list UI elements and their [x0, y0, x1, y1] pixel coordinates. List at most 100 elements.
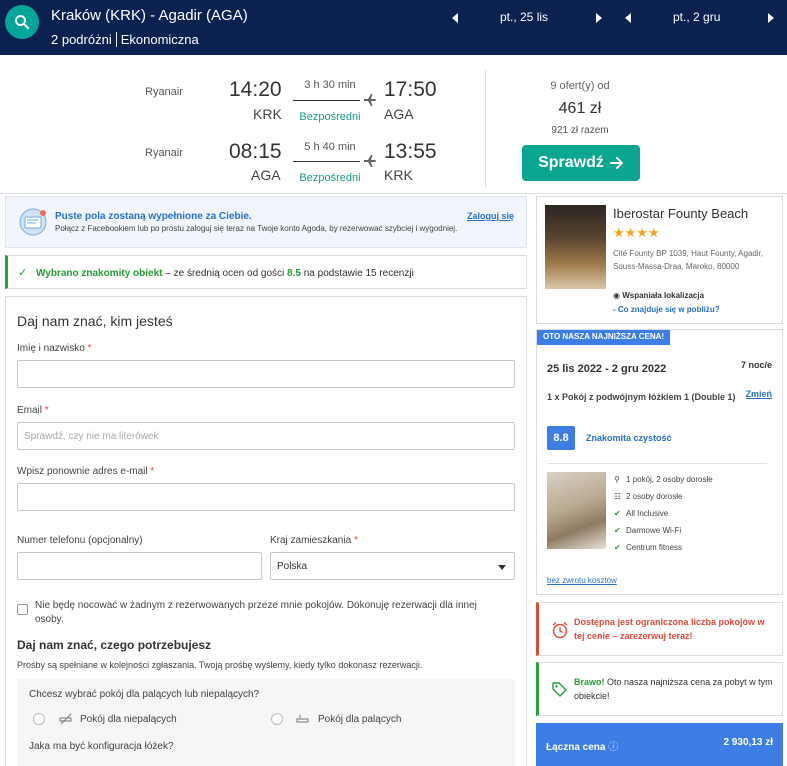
- check-icon: ✔: [614, 509, 621, 518]
- offer-total: 921 zł razem: [551, 125, 609, 136]
- divider: [115, 32, 117, 47]
- search-button[interactable]: [5, 5, 39, 39]
- stops-info: Bezpośredni: [299, 172, 361, 184]
- hotel-name: Iberostar Founty Beach: [613, 206, 749, 221]
- prefill-text: Połącz z Facebookiem lub po prostu zalog…: [55, 224, 458, 233]
- airline-name: Ryanair: [145, 86, 183, 98]
- change-room-link[interactable]: Zmień: [745, 389, 772, 399]
- no-refund-link[interactable]: bez zwrotu kosztów: [547, 576, 617, 585]
- rating-note: ✓ Wybrano znakomity obiekt – ze średnią …: [5, 255, 527, 289]
- smoking-label: Pokój dla palących: [318, 714, 402, 725]
- departure-time: 08:15: [229, 140, 282, 163]
- divider: [547, 463, 767, 464]
- total-price-value: 2 930,13 zł: [723, 737, 773, 748]
- not-staying-checkbox[interactable]: [17, 604, 28, 615]
- arrival-airport: KRK: [384, 167, 413, 183]
- return-next-day-icon[interactable]: [768, 13, 774, 23]
- duration-line: [293, 161, 360, 162]
- info-icon[interactable]: ⓘ: [608, 742, 618, 753]
- search-summary-bar: Kraków (KRK) - Agadir (AGA) 2 podróżni Ek…: [0, 0, 787, 55]
- rating-text-after: na podstawie 15 recenzji: [300, 268, 414, 279]
- stay-dates: 25 lis 2022 - 2 gru 2022: [547, 363, 667, 375]
- person-icon: ⚲: [614, 475, 620, 484]
- feature-item: ☷ 2 osoby dorosłe: [614, 492, 683, 501]
- limited-rooms-alert: Dostępna jest ograniczona liczba pokojów…: [536, 602, 783, 656]
- phone-input[interactable]: [17, 552, 262, 580]
- full-name-input[interactable]: [17, 360, 515, 388]
- depart-next-day-icon[interactable]: [596, 13, 602, 23]
- best-price-note: Brawo! Oto nasza najniższa cena za pobyt…: [536, 662, 783, 716]
- chevron-down-icon: [498, 565, 506, 570]
- flight-offer-panel: Ryanair 14:20 KRK 3 h 30 min Bezpośredni…: [0, 55, 787, 194]
- guest-score: 8.5: [287, 268, 301, 279]
- cleanliness-score: 8.8: [547, 426, 575, 450]
- location-pin-icon: ◉: [613, 291, 620, 300]
- login-link[interactable]: Zaloguj się: [467, 211, 514, 221]
- email-repeat-label: Wpisz ponownie adres e-mail *: [17, 466, 155, 477]
- traveller-cabin-summary[interactable]: 2 podróżni Ekonomiczna: [51, 32, 199, 47]
- check-offer-button[interactable]: Sprawdź: [522, 145, 640, 181]
- feature-item: ✔ Darmowe Wi-Fi: [614, 526, 682, 535]
- duration-line: [293, 100, 360, 101]
- special-requests-box: Chcesz wybrać pokój dla palących lub nie…: [17, 679, 515, 766]
- needs-heading: Daj nam znać, czego potrzebujesz: [17, 638, 212, 652]
- smoking-question: Chcesz wybrać pokój dla palących lub nie…: [29, 689, 260, 700]
- hotel-photo[interactable]: [545, 205, 606, 289]
- limited-rooms-text: Dostępna jest ograniczona liczba pokojów…: [574, 617, 765, 641]
- divider: [485, 70, 486, 188]
- stops-info: Bezpośredni: [299, 111, 361, 123]
- email-input[interactable]: Sprawdź, czy nie ma literówek: [17, 422, 515, 450]
- country-value: Polska: [277, 561, 308, 572]
- form-heading: Daj nam znać, kim jesteś: [17, 313, 173, 329]
- facebook-prefill-banner: Puste pola zostaną wypełnione za Ciebie.…: [5, 196, 527, 248]
- country-select[interactable]: Polska: [270, 552, 515, 580]
- nights-count: 7 noc/e: [740, 360, 772, 370]
- nearby-link[interactable]: - Co znajduje się w pobliżu?: [613, 305, 720, 314]
- star-rating-icon: ★★★★: [613, 225, 660, 240]
- email-label: Email *: [17, 405, 49, 416]
- route-title[interactable]: Kraków (KRK) - Agadir (AGA): [51, 7, 248, 24]
- return-prev-day-icon[interactable]: [625, 13, 631, 23]
- depart-prev-day-icon[interactable]: [452, 13, 458, 23]
- flight-duration: 3 h 30 min: [304, 79, 356, 91]
- phone-label: Numer telefonu (opcjonalny): [17, 535, 143, 546]
- total-price-bar: Łączna cena ⓘ 2 930,13 zł: [536, 723, 783, 766]
- return-date[interactable]: pt., 2 gru: [673, 10, 720, 28]
- departure-time: 14:20: [229, 78, 282, 101]
- lowest-price-badge: OTO NASZA NAJNIŻSZA CENA!: [537, 330, 671, 345]
- check-icon: ✓: [18, 267, 28, 279]
- guest-details-form: Daj nam znać, kim jesteś Imię i nazwisko…: [5, 296, 527, 766]
- bed-question: Jaka ma być konfiguracja łóżek?: [29, 741, 174, 752]
- cleanliness-text: Znakomita czystość: [586, 433, 672, 443]
- not-staying-label: Nie będę nocować w żadnym z rezerwowanyc…: [35, 600, 477, 625]
- email-repeat-input[interactable]: [17, 483, 515, 511]
- departure-airport: KRK: [253, 106, 282, 122]
- alarm-clock-icon: [552, 621, 568, 639]
- price-tag-icon: [552, 682, 567, 697]
- arrival-time: 13:55: [384, 140, 437, 163]
- offer-price: 461 zł: [558, 100, 602, 117]
- hotel-address: Cité Founty BP 1039, Haut Founty, Agadir…: [613, 249, 764, 271]
- smoking-radio[interactable]: [271, 713, 283, 725]
- depart-date[interactable]: pt., 25 lis: [500, 10, 548, 28]
- country-label: Kraj zamieszkania *: [270, 535, 358, 546]
- prefill-title: Puste pola zostaną wypełnione za Ciebie.: [55, 211, 252, 222]
- no-smoking-icon: [59, 713, 72, 725]
- needs-text: Prośby są spełniane w kolejności zgłasza…: [17, 660, 423, 670]
- search-icon: [15, 15, 30, 30]
- non-smoking-radio[interactable]: [33, 713, 45, 725]
- feature-item: ✔ All Inclusive: [614, 509, 669, 518]
- rating-text-before: – ze średnią ocen od gości: [162, 268, 288, 279]
- arrival-airport: AGA: [384, 106, 414, 122]
- plane-icon: [364, 155, 377, 167]
- plane-icon: [364, 94, 377, 106]
- room-photo[interactable]: [547, 472, 606, 549]
- offers-count: 9 ofert(y) od: [550, 80, 610, 92]
- travellers-count: 2 podróżni: [51, 32, 112, 47]
- name-label: Imię i nazwisko *: [17, 343, 92, 354]
- check-icon: ✔: [614, 526, 621, 535]
- bed-icon: ☷: [614, 492, 622, 501]
- non-smoking-label: Pokój dla niepalących: [80, 714, 177, 725]
- price-summary-card: OTO NASZA NAJNIŻSZA CENA! 25 lis 2022 - …: [536, 329, 783, 595]
- smoking-icon: [296, 715, 309, 723]
